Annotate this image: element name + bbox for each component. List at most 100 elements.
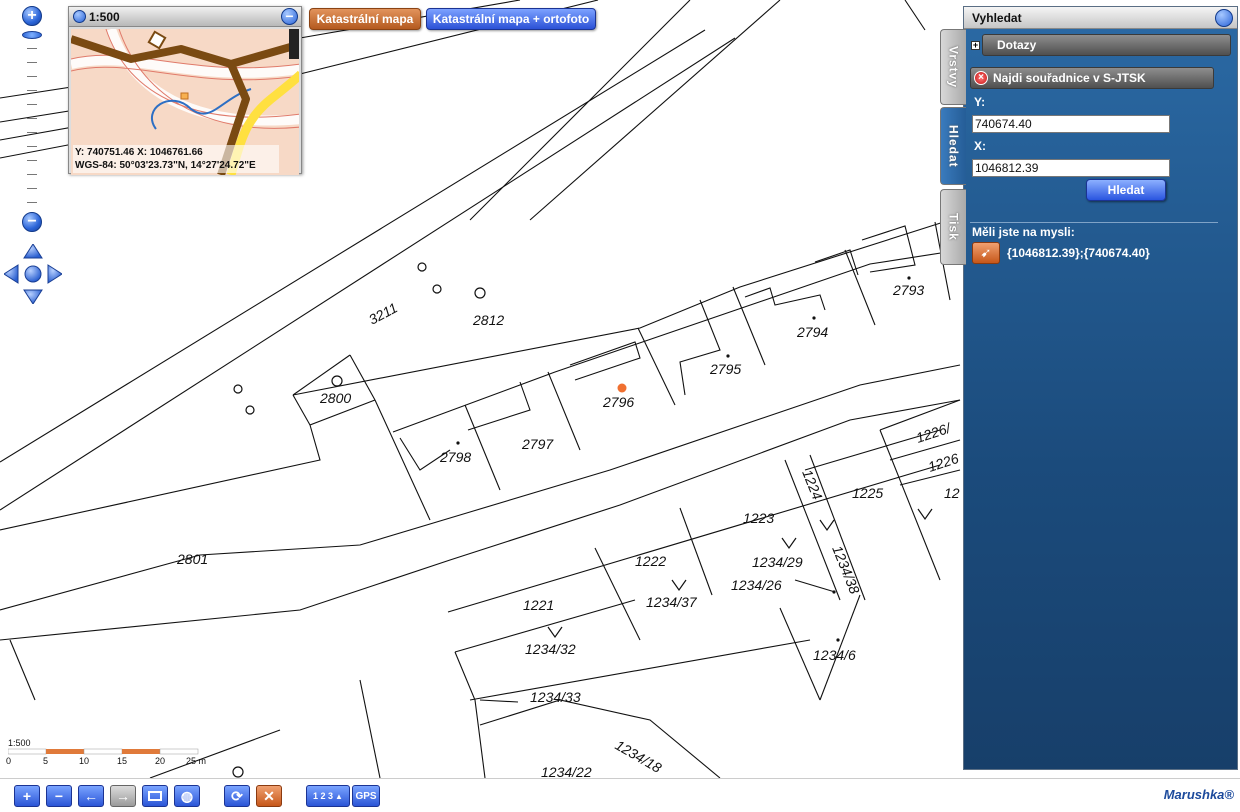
parcel-label: 2795 [709, 361, 741, 377]
panel-title: Vyhledat [972, 10, 1022, 25]
map-type-ortofoto-button[interactable]: Katastrální mapa + ortofoto [426, 8, 596, 30]
parcel-label: 2796 [602, 394, 634, 410]
overview-map[interactable]: Y: 740751.46 X: 1046761.66 WGS-84: 50°03… [71, 29, 299, 175]
forward-button[interactable]: → [110, 785, 136, 807]
parcel-label: 2801 [176, 551, 208, 567]
caret-up-icon: ▲ [335, 791, 343, 801]
zoom-rectangle-button[interactable] [142, 785, 168, 807]
tab-label: Hledat [946, 124, 961, 168]
scale-bar-ratio: 1:500 [8, 738, 31, 748]
zoom-slider-thumb[interactable] [22, 31, 42, 39]
scale-bar-graphic [8, 748, 199, 755]
dotazy-label: Dotazy [997, 38, 1037, 52]
y-coordinate-input[interactable] [972, 115, 1170, 133]
tab-label: Vrstvy [946, 45, 961, 89]
pan-control [4, 244, 62, 304]
arrow-left-icon: ← [84, 788, 98, 804]
parcel-label: 2793 [892, 282, 924, 298]
scale-dropdown-icon[interactable] [73, 10, 86, 23]
suggest-title: Měli jste na mysli: [972, 225, 1075, 239]
zoom-out-button[interactable]: − [22, 212, 42, 232]
toolbar-zoom-out-button[interactable]: − [46, 785, 72, 807]
panel-toggle-icon[interactable] [1215, 8, 1233, 27]
parcel-label: 1234/29 [752, 554, 803, 570]
panel-header: Vyhledat [964, 7, 1237, 29]
scale-tick: 25 m [186, 756, 207, 766]
globe-icon: ◍ [180, 787, 194, 804]
suggest-item-text: {1046812.39};{740674.40} [1007, 246, 1150, 260]
parcel-label: 1223 [743, 510, 774, 526]
search-button[interactable]: Hledat [1086, 179, 1166, 201]
plus-icon: + [22, 788, 32, 804]
pan-up-icon[interactable] [23, 244, 43, 259]
tab-vrstvy[interactable]: Vrstvy [940, 29, 966, 105]
label-y: Y: [974, 95, 986, 109]
back-button[interactable]: ← [78, 785, 104, 807]
suggest-item[interactable]: ➹ {1046812.39};{740674.40} [972, 242, 1150, 264]
parcel-label: 1234/18 [613, 737, 665, 776]
coords-sjtsk: Y: 740751.46 X: 1046761.66 [75, 147, 203, 158]
x-icon: ✕ [263, 787, 275, 804]
parcel-label: 1234/38 [829, 543, 863, 596]
parcel-label: 1234/37 [646, 594, 698, 610]
search-result-marker[interactable] [617, 383, 627, 393]
locate-icon[interactable]: ➹ [972, 242, 1000, 264]
parcel-label: 1224 [799, 467, 826, 502]
digits-icon: 1 2 3 [313, 791, 334, 801]
toolbar-zoom-in-button[interactable]: + [14, 785, 40, 807]
pan-down-icon[interactable] [23, 289, 43, 304]
scale-tick: 20 [155, 756, 166, 766]
parcel-label: 2798 [439, 449, 471, 465]
parcel-label: 1234/22 [541, 764, 592, 778]
clear-button[interactable]: ✕ [256, 785, 282, 807]
overview-map-window[interactable]: 1:500 − Y: 740751.46 X: 1046761.66 WGS-8… [68, 6, 302, 175]
coords-wgs84: WGS-84: 50°03'23.73"N, 14°27'24.72"E [75, 160, 256, 171]
parcel-label: 2794 [796, 324, 828, 340]
parcel-label: 1234/33 [530, 689, 581, 705]
scale-tick: 10 [79, 756, 90, 766]
x-coordinate-input[interactable] [972, 159, 1170, 177]
scale-tick: 15 [117, 756, 128, 766]
refresh-icon: ⟳ [231, 787, 243, 804]
scale-tick: 5 [43, 756, 49, 766]
bottom-toolbar: + − ← → ◍ ⟳ ✕ 1 2 3 ▲ GPS Marushka® [0, 778, 1240, 812]
zoom-in-button[interactable]: + [22, 6, 42, 26]
gps-label: GPS [355, 790, 377, 802]
parcel-label: 1226/ [914, 419, 954, 446]
label-x: X: [974, 139, 986, 153]
pan-left-icon[interactable] [4, 264, 19, 284]
tab-hledat[interactable]: Hledat [940, 107, 966, 185]
refresh-button[interactable]: ⟳ [224, 785, 250, 807]
overview-header: 1:500 − [69, 7, 301, 27]
pan-right-icon[interactable] [47, 264, 62, 284]
app-window: 3211 2812 2800 2801 2798 2797 2796 2795 … [0, 0, 1240, 812]
full-extent-button[interactable]: ◍ [174, 785, 200, 807]
pan-center-icon[interactable] [24, 265, 42, 283]
close-icon[interactable]: × [974, 71, 988, 85]
overview-coordinates: Y: 740751.46 X: 1046761.66 WGS-84: 50°03… [73, 145, 279, 173]
dotazy-section[interactable]: + Dotazy [971, 34, 1231, 56]
overview-collapse-button[interactable]: − [281, 8, 298, 25]
tab-tisk[interactable]: Tisk [940, 189, 966, 265]
parcel-label: 2812 [472, 312, 504, 328]
parcel-label: 3211 [366, 299, 400, 327]
measure-button[interactable]: 1 2 3 ▲ [306, 785, 350, 807]
parcel-label: 1234/6 [813, 647, 856, 663]
map-type-katastr-button[interactable]: Katastrální mapa [309, 8, 421, 30]
gps-button[interactable]: GPS [352, 785, 380, 807]
scale-bar: 1:500 0 5 10 15 20 25 m [6, 738, 208, 772]
parcel-label: 12 [944, 485, 960, 501]
search-coords-title: Najdi souřadnice v S-JTSK [993, 71, 1146, 85]
parcel-label: 1222 [635, 553, 666, 569]
scale-tick: 0 [6, 756, 12, 766]
expand-plus-icon[interactable]: + [971, 40, 980, 50]
search-panel: Vyhledat Vrstvy Hledat Tisk + Dotazy × N… [940, 6, 1238, 770]
parcel-label: 1234/26 [731, 577, 782, 593]
parcel-label: 1234/32 [525, 641, 576, 657]
parcel-label: 2800 [319, 390, 351, 406]
brand-logo: Marushka® [1163, 787, 1234, 802]
tab-label: Tisk [946, 213, 961, 241]
rectangle-icon [148, 791, 162, 801]
divider [970, 222, 1218, 223]
search-coords-section: × Najdi souřadnice v S-JTSK [970, 67, 1214, 89]
